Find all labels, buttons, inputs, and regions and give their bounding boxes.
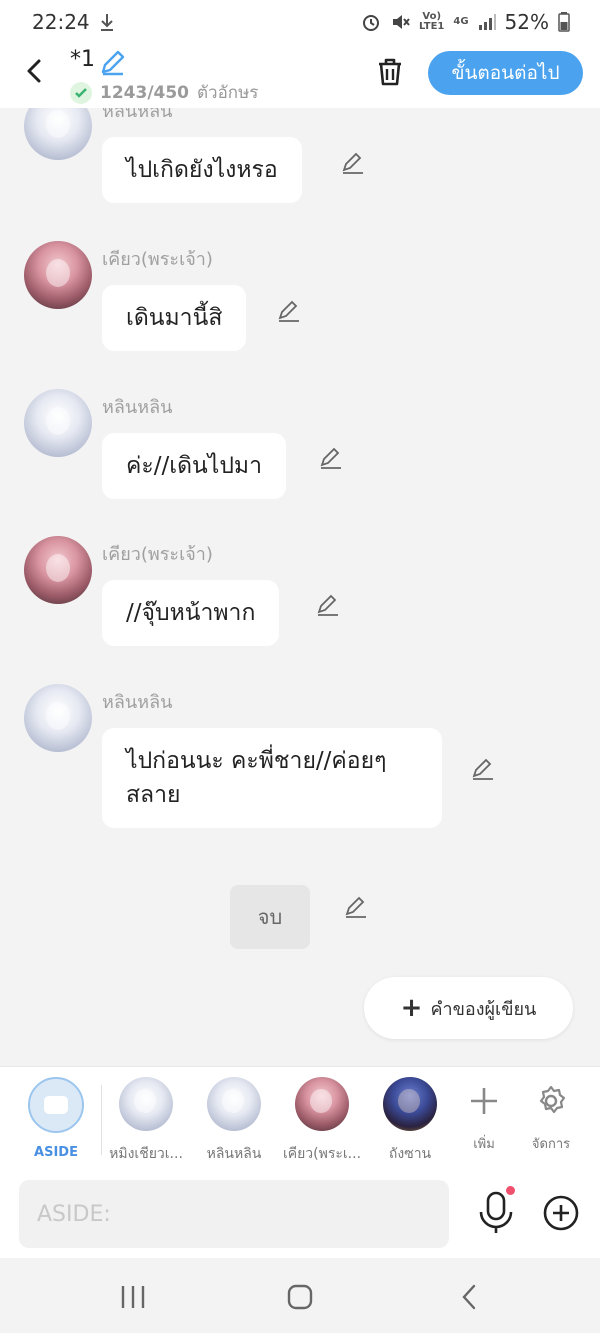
edit-title-pencil-icon[interactable]: [99, 48, 127, 76]
plus-icon: [471, 1088, 497, 1114]
edit-message-icon[interactable]: [340, 150, 366, 176]
avatar[interactable]: [24, 684, 92, 752]
counter-unit: ตัวอักษร: [197, 83, 259, 103]
edit-message-icon[interactable]: [470, 756, 496, 782]
avatar[interactable]: [24, 241, 92, 309]
manage-button[interactable]: จัดการ: [521, 1081, 581, 1154]
next-step-button[interactable]: ขั้นตอนต่อไป: [428, 51, 583, 95]
counter-value: 1243/450: [100, 82, 190, 103]
message-bubble[interactable]: ไปเกิดยังไงหรอ: [102, 137, 302, 203]
back-arrow-icon[interactable]: [20, 56, 50, 86]
battery-percent: 52%: [504, 10, 549, 34]
character-item[interactable]: ถังซาน: [370, 1077, 450, 1165]
sender-name: หลินหลิน: [102, 397, 173, 418]
character-counter: 1243/450 ตัวอักษร: [70, 79, 258, 106]
author-note-button[interactable]: + คำของผู้เขียน: [364, 977, 573, 1039]
sender-name: เคียว(พระเจ้า): [102, 544, 213, 565]
sender-name: เคียว(พระเจ้า): [102, 249, 213, 270]
download-icon: [100, 14, 113, 31]
input-bar: [0, 1170, 600, 1258]
sender-name: หลินหลิน: [102, 692, 173, 713]
microphone-icon[interactable]: [476, 1190, 516, 1234]
character-label: หมิงเชียวเ...: [109, 1146, 183, 1162]
aside-icon: [28, 1077, 84, 1133]
divider: [101, 1085, 102, 1155]
avatar: [119, 1077, 173, 1131]
message-bubble[interactable]: ค่ะ//เดินไปมา: [102, 433, 287, 499]
character-label: เคียว(พระเ...: [282, 1146, 362, 1162]
avatar[interactable]: [24, 389, 92, 457]
avatar: [207, 1077, 261, 1131]
volte-indicator: Vo) LTE1: [419, 11, 445, 32]
manage-label: จัดการ: [531, 1137, 571, 1152]
message-bubble[interactable]: ไปก่อนนะ คะพี่ชาย//ค่อยๆ สลาย: [102, 728, 442, 828]
end-marker[interactable]: จบ: [230, 885, 310, 949]
plus-icon: +: [400, 993, 423, 1023]
add-circle-icon[interactable]: [542, 1194, 580, 1232]
battery-icon: [558, 12, 570, 32]
add-label: เพิ่ม: [473, 1137, 495, 1152]
avatar: [295, 1077, 349, 1131]
signal-icon: [478, 14, 496, 30]
avatar: [383, 1077, 437, 1131]
character-bar: ASIDE หมิงเชียวเ... หลินหลิน เคียว(พระเ.…: [0, 1066, 600, 1170]
character-label: หลินหลิน: [206, 1146, 262, 1162]
page-title: *1: [70, 47, 95, 72]
character-label: ASIDE: [34, 1145, 78, 1160]
status-time: 22:24: [32, 10, 90, 34]
edit-message-icon[interactable]: [276, 298, 302, 324]
network-type: 4G: [453, 16, 469, 27]
add-character-button[interactable]: เพิ่ม: [454, 1081, 514, 1154]
edit-end-icon[interactable]: [343, 894, 369, 920]
character-item[interactable]: หมิงเชียวเ...: [106, 1077, 186, 1165]
sender-name: หลินหลิน: [102, 108, 173, 122]
avatar[interactable]: [24, 536, 92, 604]
message-input[interactable]: [19, 1180, 449, 1248]
message-bubble[interactable]: เดินมานี้สิ: [102, 285, 247, 351]
alarm-icon: [363, 15, 380, 31]
message-bubble[interactable]: //จุ๊บหน้าพาก: [102, 580, 280, 646]
status-bar: 22:24 Vo) LTE1 4G 52%: [0, 0, 600, 44]
recent-apps-icon[interactable]: [118, 1282, 148, 1312]
character-aside[interactable]: ASIDE: [16, 1077, 96, 1160]
character-item[interactable]: หลินหลิน: [194, 1077, 274, 1165]
mute-icon: [393, 15, 410, 29]
edit-message-icon[interactable]: [315, 592, 341, 618]
home-icon[interactable]: [285, 1282, 315, 1312]
chat-area[interactable]: หลินหลิน ไปเกิดยังไงหรอ เคียว(พระเจ้า) เ…: [0, 108, 600, 1066]
trash-icon[interactable]: [374, 56, 406, 88]
system-nav-bar: [0, 1258, 600, 1333]
check-icon: [70, 81, 92, 104]
app-header: *1 1243/450 ตัวอักษร ขั้นตอนต่อไป: [0, 44, 600, 108]
gear-icon: [539, 1085, 566, 1114]
nav-back-icon[interactable]: [455, 1282, 485, 1312]
edit-message-icon[interactable]: [318, 445, 344, 471]
author-note-label: คำของผู้เขียน: [430, 998, 537, 1020]
character-item[interactable]: เคียว(พระเ...: [282, 1077, 362, 1165]
avatar[interactable]: [24, 108, 92, 160]
character-label: ถังซาน: [388, 1146, 432, 1162]
notification-dot: [506, 1186, 515, 1195]
